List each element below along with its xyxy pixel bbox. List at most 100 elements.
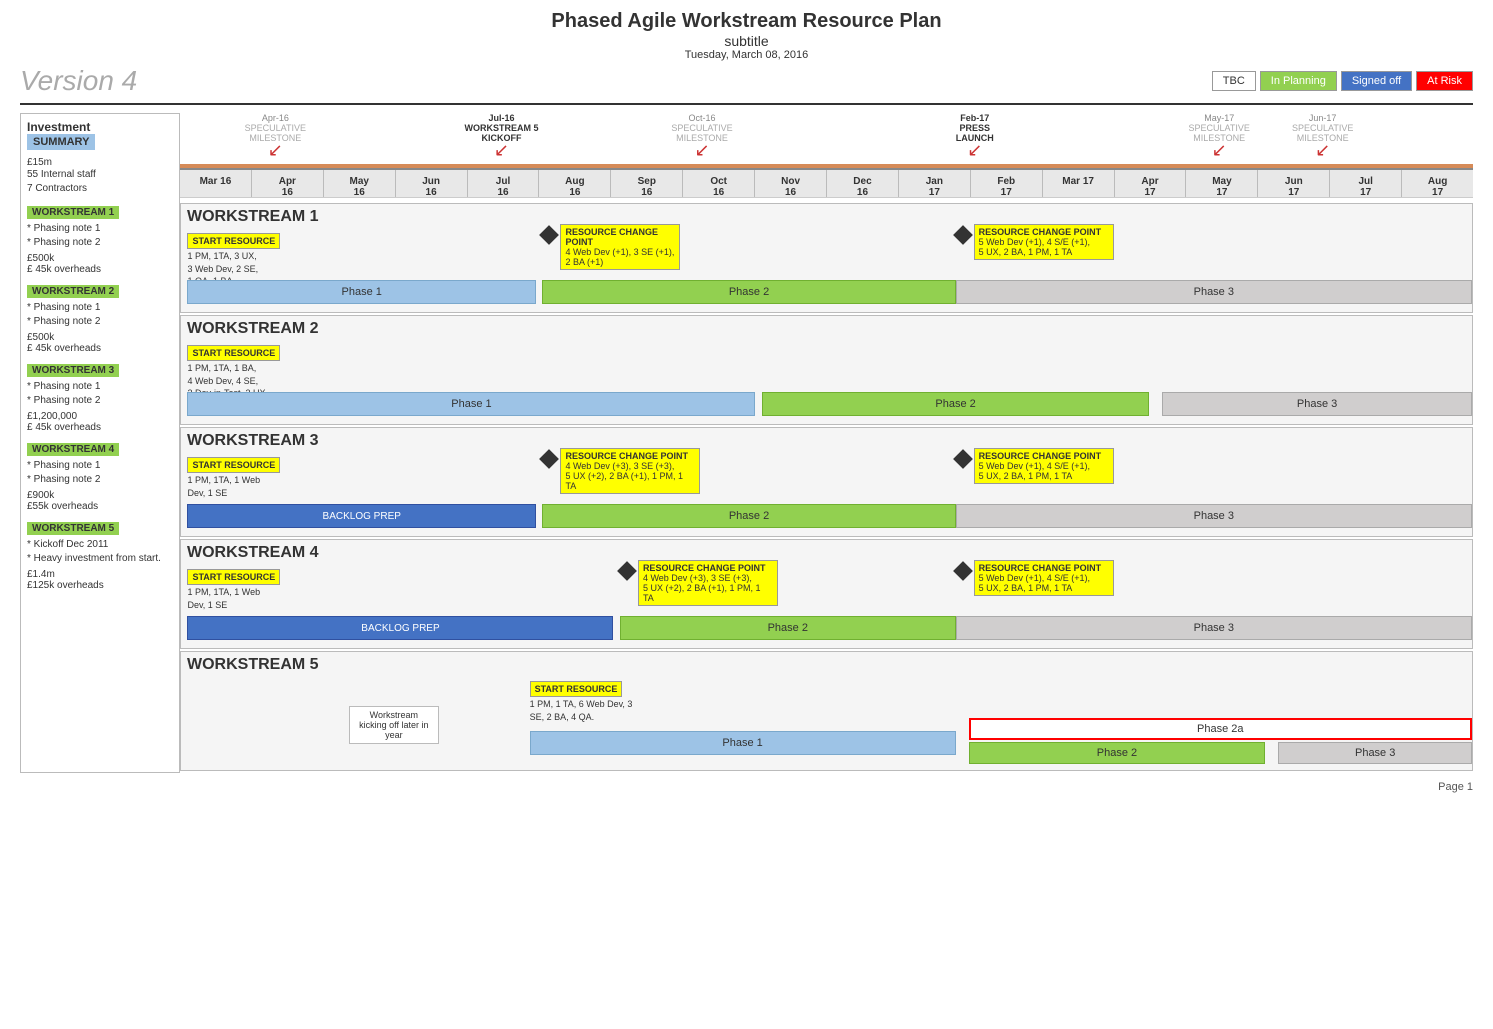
ws1-phase2: Phase 2 bbox=[542, 280, 955, 304]
sidebar: Investment SUMMARY £15m 55 Internal staf… bbox=[20, 113, 180, 773]
ws1-gantt: START RESOURCE 1 PM, 1TA, 3 UX,3 Web Dev… bbox=[181, 228, 1472, 308]
month-may17: May17 bbox=[1186, 170, 1258, 197]
ws4-backlog: BACKLOG PREP bbox=[187, 616, 613, 640]
page-header: Phased Agile Workstream Resource Plan su… bbox=[20, 10, 1473, 61]
ws1-rcp1-detail: 4 Web Dev (+1), 3 SE (+1),2 BA (+1) bbox=[565, 247, 675, 267]
page: Phased Agile Workstream Resource Plan su… bbox=[0, 0, 1493, 1029]
ws2-title: WORKSTREAM 2 bbox=[181, 316, 1472, 340]
month-apr17: Apr17 bbox=[1115, 170, 1187, 197]
ws5-phase1: Phase 1 bbox=[530, 731, 956, 755]
legend-signed: Signed off bbox=[1341, 71, 1412, 91]
ws2-badge: WORKSTREAM 2 bbox=[27, 285, 119, 298]
month-oct16: Oct16 bbox=[683, 170, 755, 197]
date: Tuesday, March 08, 2016 bbox=[20, 49, 1473, 61]
ws5-notes: * Kickoff Dec 2011* Heavy investment fro… bbox=[27, 538, 173, 566]
timeline-bar bbox=[180, 164, 1473, 168]
ws3-rcp2-detail: 5 Web Dev (+1), 4 S/E (+1),5 UX, 2 BA, 1… bbox=[979, 461, 1109, 481]
ws1-start-resource: START RESOURCE bbox=[187, 233, 280, 249]
ws3-diamond1: RESOURCE CHANGE POINT 4 Web Dev (+3), 3 … bbox=[542, 452, 556, 466]
internal-staff: 55 Internal staff bbox=[27, 168, 173, 182]
ws2-row: WORKSTREAM 2 START RESOURCE 1 PM, 1TA, 1… bbox=[180, 315, 1473, 425]
month-mar17: Mar 17 bbox=[1043, 170, 1115, 197]
ws4-rcp1-detail: 4 Web Dev (+3), 3 SE (+3),5 UX (+2), 2 B… bbox=[643, 573, 773, 603]
legend-planning: In Planning bbox=[1260, 71, 1337, 91]
ws2-phase3: Phase 3 bbox=[1162, 392, 1472, 416]
ws5-note-box: Workstream kicking off later in year bbox=[349, 706, 439, 744]
ws2-money: £500k£ 45k overheads bbox=[27, 332, 173, 354]
sidebar-ws3: WORKSTREAM 3 * Phasing note 1* Phasing n… bbox=[27, 364, 173, 433]
month-may16: May16 bbox=[324, 170, 396, 197]
ws3-badge: WORKSTREAM 3 bbox=[27, 364, 119, 377]
sidebar-investment: Investment SUMMARY £15m 55 Internal staf… bbox=[27, 120, 173, 196]
ws4-diamond1: RESOURCE CHANGE POINT 4 Web Dev (+3), 3 … bbox=[620, 564, 634, 578]
ws5-phase2a: Phase 2a bbox=[969, 718, 1473, 740]
ws4-row: WORKSTREAM 4 START RESOURCE 1 PM, 1TA, 1… bbox=[180, 539, 1473, 649]
ws5-resource-info: 1 PM, 1 TA, 6 Web Dev, 3SE, 2 BA, 4 QA. bbox=[530, 698, 633, 723]
month-aug17: Aug17 bbox=[1402, 170, 1473, 197]
ws3-rcp2-title: RESOURCE CHANGE POINT bbox=[979, 451, 1109, 461]
sidebar-ws5: WORKSTREAM 5 * Kickoff Dec 2011* Heavy i… bbox=[27, 522, 173, 591]
milestone-oct16: Oct-16SPECULATIVEMILESTONE ↙ bbox=[671, 113, 732, 143]
ws4-gantt: START RESOURCE 1 PM, 1TA, 1 WebDev, 1 SE… bbox=[181, 564, 1472, 644]
month-apr16: Apr16 bbox=[252, 170, 324, 197]
month-sep16: Sep16 bbox=[611, 170, 683, 197]
ws4-rcp2-title: RESOURCE CHANGE POINT bbox=[979, 563, 1109, 573]
legend-tbc: TBC bbox=[1212, 71, 1256, 91]
month-feb17: Feb17 bbox=[971, 170, 1043, 197]
ws1-diamond2: RESOURCE CHANGE POINT 5 Web Dev (+1), 4 … bbox=[956, 228, 970, 242]
ws4-start-resource: START RESOURCE bbox=[187, 569, 280, 585]
month-jun17: Jun17 bbox=[1258, 170, 1330, 197]
legend-risk: At Risk bbox=[1416, 71, 1473, 91]
ws3-backlog: BACKLOG PREP bbox=[187, 504, 536, 528]
main-content: Investment SUMMARY £15m 55 Internal staf… bbox=[20, 113, 1473, 773]
ws1-rcp2-title: RESOURCE CHANGE POINT bbox=[979, 227, 1109, 237]
ws3-phase3: Phase 3 bbox=[956, 504, 1472, 528]
ws5-phase2: Phase 2 bbox=[969, 742, 1266, 764]
month-dec16: Dec16 bbox=[827, 170, 899, 197]
ws1-badge: WORKSTREAM 1 bbox=[27, 206, 119, 219]
month-jun16: Jun16 bbox=[396, 170, 468, 197]
ws3-phase2: Phase 2 bbox=[542, 504, 955, 528]
ws5-money: £1.4m£125k overheads bbox=[27, 569, 173, 591]
ws4-badge: WORKSTREAM 4 bbox=[27, 443, 119, 456]
investment-title: Investment bbox=[27, 120, 173, 134]
ws3-diamond2: RESOURCE CHANGE POINT 5 Web Dev (+1), 4 … bbox=[956, 452, 970, 466]
ws4-phase2: Phase 2 bbox=[620, 616, 956, 640]
milestone-labels: Apr-16SPECULATIVEMILESTONE ↙ Jul-16WORKS… bbox=[180, 113, 1473, 168]
sidebar-ws1: WORKSTREAM 1 * Phasing note 1* Phasing n… bbox=[27, 206, 173, 275]
ws3-row: WORKSTREAM 3 START RESOURCE 1 PM, 1TA, 1… bbox=[180, 427, 1473, 537]
month-nov16: Nov16 bbox=[755, 170, 827, 197]
ws5-title: WORKSTREAM 5 bbox=[181, 652, 1472, 676]
ws1-rcp1-title: RESOURCE CHANGE POINT bbox=[565, 227, 675, 247]
ws4-phase3: Phase 3 bbox=[956, 616, 1472, 640]
ws1-notes: * Phasing note 1* Phasing note 2 bbox=[27, 222, 173, 250]
milestone-jun17: Jun-17SPECULATIVEMILESTONE ↙ bbox=[1292, 113, 1353, 143]
ws4-rcp2-detail: 5 Web Dev (+1), 4 S/E (+1),5 UX, 2 BA, 1… bbox=[979, 573, 1109, 593]
timeline-header: Apr-16SPECULATIVEMILESTONE ↙ Jul-16WORKS… bbox=[180, 113, 1473, 203]
ws3-rcp1-detail: 4 Web Dev (+3), 3 SE (+3),5 UX (+2), 2 B… bbox=[565, 461, 695, 491]
ws2-notes: * Phasing note 1* Phasing note 2 bbox=[27, 301, 173, 329]
month-jul16: Jul16 bbox=[468, 170, 540, 197]
ws2-phase2: Phase 2 bbox=[762, 392, 1149, 416]
milestone-may17: May-17SPECULATIVEMILESTONE ↙ bbox=[1189, 113, 1250, 143]
ws5-gantt: Workstream kicking off later in year STA… bbox=[181, 676, 1472, 766]
month-jul17: Jul17 bbox=[1330, 170, 1402, 197]
ws1-money: £500k£ 45k overheads bbox=[27, 253, 173, 275]
ws3-money: £1,200,000£ 45k overheads bbox=[27, 411, 173, 433]
ws5-phase3: Phase 3 bbox=[1278, 742, 1472, 764]
ws1-phase1: Phase 1 bbox=[187, 280, 536, 304]
ws4-title: WORKSTREAM 4 bbox=[181, 540, 1472, 564]
ws2-phase1: Phase 1 bbox=[187, 392, 755, 416]
sidebar-ws4: WORKSTREAM 4 * Phasing note 1* Phasing n… bbox=[27, 443, 173, 512]
ws4-diamond2: RESOURCE CHANGE POINT 5 Web Dev (+1), 4 … bbox=[956, 564, 970, 578]
subtitle: subtitle bbox=[20, 33, 1473, 49]
page-number: Page 1 bbox=[20, 781, 1473, 793]
ws5-badge: WORKSTREAM 5 bbox=[27, 522, 119, 535]
ws1-title: WORKSTREAM 1 bbox=[181, 204, 1472, 228]
ws2-gantt: START RESOURCE 1 PM, 1TA, 1 BA,4 Web Dev… bbox=[181, 340, 1472, 420]
ws5-start-resource: START RESOURCE bbox=[530, 681, 623, 697]
ws5-row: WORKSTREAM 5 Workstream kicking off late… bbox=[180, 651, 1473, 771]
ws1-diamond1: RESOURCE CHANGE POINT 4 Web Dev (+1), 3 … bbox=[542, 228, 556, 242]
ws4-money: £900k£55k overheads bbox=[27, 490, 173, 512]
month-jan17: Jan17 bbox=[899, 170, 971, 197]
